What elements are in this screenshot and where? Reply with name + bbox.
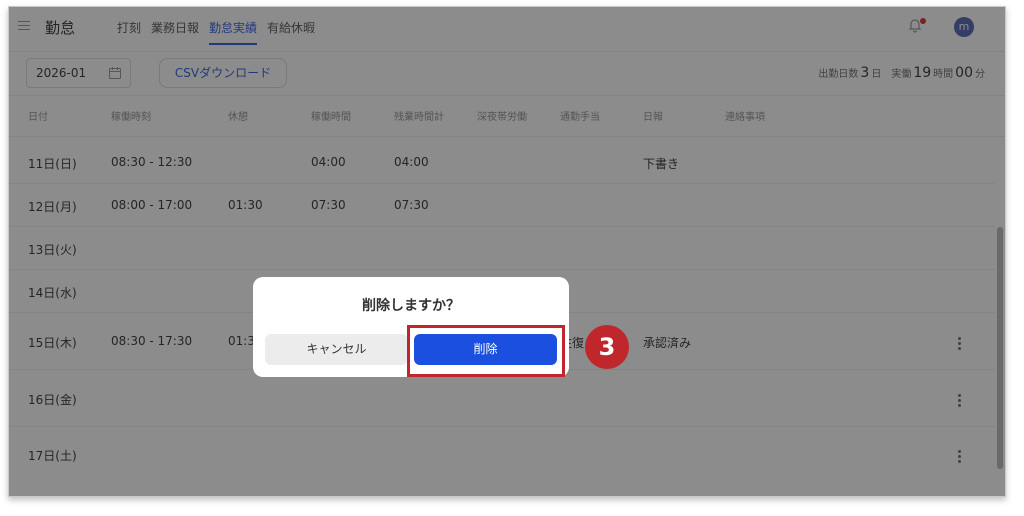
delete-button-highlight	[407, 325, 565, 377]
step-number-badge: 3	[585, 325, 629, 369]
dialog-title: 削除しますか？	[362, 298, 460, 314]
app-window: 勤怠 打刻 業務日報 勤怠実績 有給休暇 m 2026-01 CSVダウンロード…	[8, 6, 1006, 497]
cancel-button[interactable]: キャンセル	[265, 334, 408, 365]
modal-overlay	[9, 7, 1005, 496]
